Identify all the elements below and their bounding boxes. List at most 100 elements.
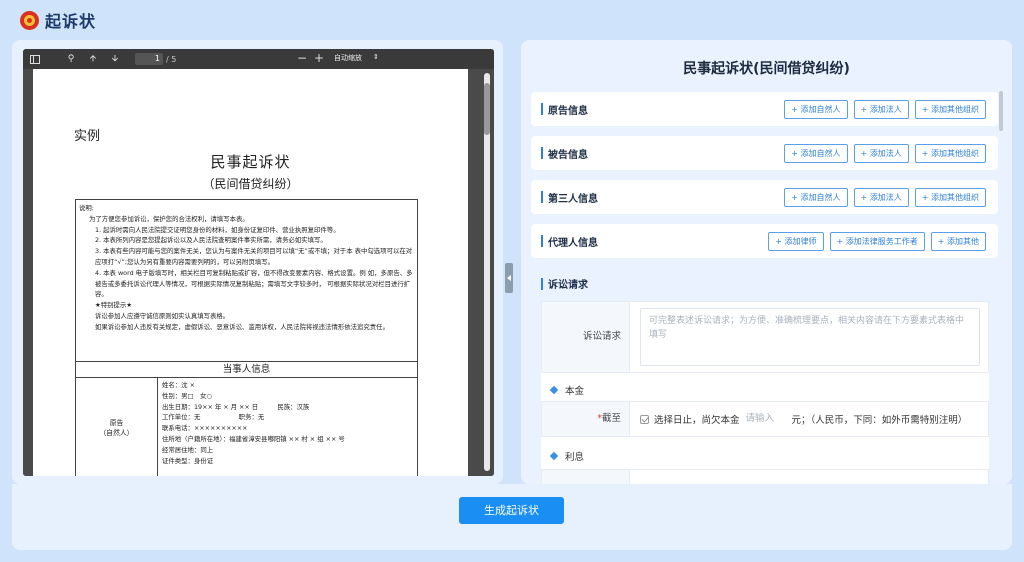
party-info-line: 证件类型：身份证 xyxy=(162,456,214,465)
party-info-line: 联系电话：×××××××××× xyxy=(162,424,248,433)
date-label-text: 截至 xyxy=(601,413,621,424)
zoom-out-button[interactable]: − xyxy=(297,52,307,64)
section-title: 代理人信息 xyxy=(548,237,598,249)
section-marker xyxy=(541,103,543,115)
section-marker xyxy=(541,191,543,203)
next-page-icon[interactable]: 🡫 xyxy=(109,53,121,65)
add-legal-person-button[interactable]: + 添加法人 xyxy=(853,188,909,207)
add-natural-person-button[interactable]: + 添加自然人 xyxy=(784,188,848,207)
claim-label: 诉讼请求 xyxy=(542,302,630,372)
party-info-line: 性别：男□ 女○ xyxy=(162,391,212,400)
pdf-scrollbar[interactable] xyxy=(484,73,490,471)
note-line: 为了方便您参加诉讼，保护您的合法权利，请填写本表。 xyxy=(89,214,249,223)
doc-title: 民事起诉状 xyxy=(210,153,291,171)
section-buttons: + 添加自然人 + 添加法人 + 添加其他组织 xyxy=(784,144,986,163)
section-plaintiff: 原告信息 + 添加自然人 + 添加法人 + 添加其他组织 xyxy=(531,92,998,126)
principal-amount-input[interactable]: 请输入 xyxy=(744,410,788,428)
add-lawyer-button[interactable]: + 添加律师 xyxy=(768,232,824,251)
diamond-icon xyxy=(549,385,559,395)
note-line: 说明: xyxy=(79,204,94,212)
section-buttons: + 添加自然人 + 添加法人 + 添加其他组织 xyxy=(784,188,986,207)
claim-row: 诉讼请求 可完整表述诉讼请求；为方便、准确梳理要点，相关内容请在下方要素式表格中… xyxy=(541,301,989,373)
pdf-scrollbar-thumb[interactable] xyxy=(484,83,490,135)
section-third-party: 第三人信息 + 添加自然人 + 添加法人 + 添加其他组织 xyxy=(531,180,998,214)
sidebar-toggle-icon[interactable] xyxy=(29,53,41,65)
section-defendant: 被告信息 + 添加自然人 + 添加法人 + 添加其他组织 xyxy=(531,136,998,170)
form-title: 民事起诉状(民间借贷纠纷) xyxy=(683,61,850,77)
interest-subheading: 利息 xyxy=(549,449,584,463)
calendar-check-icon[interactable] xyxy=(640,414,649,424)
section-title: 被告信息 xyxy=(548,149,588,161)
date-label: *截至 xyxy=(542,402,630,436)
search-icon[interactable]: ⚲ xyxy=(65,53,77,65)
party-info-line: 工作单位：无 职务：无 xyxy=(162,413,265,422)
app-header: 起诉状 xyxy=(0,0,1024,40)
zoom-select[interactable]: 自动缩放 xyxy=(334,53,362,63)
party-row: 原告 （自然人） 姓名：沈 × 性别：男□ 女○ 出生日期：19×× 年 × 月… xyxy=(76,378,417,476)
section-agent: 代理人信息 + 添加律师 + 添加法律服务工作者 + 添加其他 xyxy=(531,224,998,258)
page-total: / 5 xyxy=(166,54,177,64)
add-other-org-button[interactable]: + 添加其他组织 xyxy=(914,100,986,119)
party-header: 当事人信息 xyxy=(76,362,417,378)
note-line: 1. 起诉时需向人民法院提交证明您身份的材料，如身份证复印件、营业执照复印件等。 xyxy=(95,225,340,234)
doc-notes: 说明: 为了方便您参加诉讼，保护您的合法权利，请填写本表。 1. 起诉时需向人民… xyxy=(76,200,417,362)
add-other-agent-button[interactable]: + 添加其他 xyxy=(930,232,986,251)
pdf-page-area[interactable]: 实例 民事起诉状 （民间借贷纠纷） 说明: 为了方便您参加诉讼，保护您的合法权利… xyxy=(23,69,494,476)
note-line: 2. 本表所列内容是您提起诉讼以及人民法院查明案件事实所需，请务必如实填写。 xyxy=(95,236,327,245)
party-info-line: 姓名：沈 × xyxy=(162,381,195,389)
doc-subtitle: （民间借贷纠纷） xyxy=(202,177,299,191)
section-marker xyxy=(541,277,543,290)
note-line: 诉讼参加人应遵守诚信原则如实认真填写表格。 xyxy=(95,311,230,320)
zoom-in-button[interactable]: + xyxy=(314,52,324,64)
interest-row xyxy=(541,469,989,484)
add-other-org-button[interactable]: + 添加其他组织 xyxy=(914,144,986,163)
form-scrollbar[interactable] xyxy=(999,91,1003,131)
section-marker xyxy=(541,235,543,247)
select-date-text[interactable]: 选择日止，尚欠本金 xyxy=(654,412,740,426)
add-legal-worker-button[interactable]: + 添加法律服务工作者 xyxy=(829,232,925,251)
section-buttons: + 添加律师 + 添加法律服务工作者 + 添加其他 xyxy=(768,232,986,251)
note-line: ★特别提示★ xyxy=(95,301,133,310)
note-line: 3. 本表有些内容可能与您的案件无关，您认为与案件无关的项目可以填“无”或不填；… xyxy=(95,247,413,266)
pdf-page: 实例 民事起诉状 （民间借贷纠纷） 说明: 为了方便您参加诉讼，保护您的合法权利… xyxy=(33,69,468,476)
pdf-preview-panel: ⚲ 🡩 🡫 1 / 5 − + 自动缩放 ⇕ 实例 民事起诉状 （民间借贷纠纷）… xyxy=(12,40,503,484)
add-natural-person-button[interactable]: + 添加自然人 xyxy=(784,144,848,163)
claim-textarea[interactable]: 可完整表述诉讼请求；为方便、准确梳理要点，相关内容请在下方要素式表格中填写 xyxy=(640,308,980,366)
add-natural-person-button[interactable]: + 添加自然人 xyxy=(784,100,848,119)
pdf-viewer: ⚲ 🡩 🡫 1 / 5 − + 自动缩放 ⇕ 实例 民事起诉状 （民间借贷纠纷）… xyxy=(23,49,494,476)
section-title: 第三人信息 xyxy=(548,193,598,205)
section-marker xyxy=(541,147,543,159)
section-title: 原告信息 xyxy=(548,105,588,117)
section-buttons: + 添加自然人 + 添加法人 + 添加其他组织 xyxy=(784,100,986,119)
claims-section-header: 诉讼请求 xyxy=(541,276,588,291)
interest-label xyxy=(542,470,630,484)
page-title: 起诉状 xyxy=(45,12,97,31)
page-number-input[interactable]: 1 xyxy=(135,53,163,65)
form-panel: 民事起诉状(民间借贷纠纷) 原告信息 + 添加自然人 + 添加法人 + 添加其他… xyxy=(521,40,1012,484)
add-legal-person-button[interactable]: + 添加法人 xyxy=(853,100,909,119)
pdf-toolbar: ⚲ 🡩 🡫 1 / 5 − + 自动缩放 ⇕ xyxy=(23,49,494,69)
party-info-line: 经常居住地：同上 xyxy=(162,445,214,454)
previous-page-icon[interactable]: 🡩 xyxy=(87,53,99,65)
section-title: 诉讼请求 xyxy=(548,280,588,291)
party-info-line: 出生日期：19×× 年 × 月 ×× 日 民族：汉族 xyxy=(162,402,310,411)
principal-title: 本金 xyxy=(565,386,585,397)
doc-example-label: 实例 xyxy=(74,129,101,144)
principal-subheading: 本金 xyxy=(549,383,585,397)
principal-date-row: *截至 选择日止，尚欠本金 请输入 元；（人民币，下同：如外币需特别注明） xyxy=(541,401,989,437)
doc-table: 说明: 为了方便您参加诉讼，保护您的合法权利，请填写本表。 1. 起诉时需向人民… xyxy=(75,199,418,476)
diamond-icon xyxy=(549,451,559,461)
party-role-line: 原告 xyxy=(109,419,124,427)
claims-body: 诉讼请求 可完整表述诉讼请求；为方便、准确梳理要点，相关内容请在下方要素式表格中… xyxy=(541,301,989,484)
note-line: 4. 本表 word 电子版填写时，相关栏目可复制粘贴或扩容，但不得改变要素内容… xyxy=(95,268,413,299)
generate-complaint-button[interactable]: 生成起诉状 xyxy=(459,497,564,524)
date-content: 选择日止，尚欠本金 请输入 元；（人民币，下同：如外币需特别注明） xyxy=(640,402,967,436)
add-legal-person-button[interactable]: + 添加法人 xyxy=(853,144,909,163)
currency-note: 元；（人民币，下同：如外币需特别注明） xyxy=(791,415,968,426)
collapse-panel-handle[interactable] xyxy=(505,263,513,293)
chevron-updown-icon: ⇕ xyxy=(373,53,379,61)
footer: 生成起诉状 xyxy=(12,484,1012,550)
party-role-line: （自然人） xyxy=(99,429,134,437)
add-other-org-button[interactable]: + 添加其他组织 xyxy=(914,188,986,207)
party-info-line: 住所地（户籍所在地）：福建省漳安县嘟阳镇 ×× 村 × 组 ×× 号 xyxy=(162,434,345,443)
